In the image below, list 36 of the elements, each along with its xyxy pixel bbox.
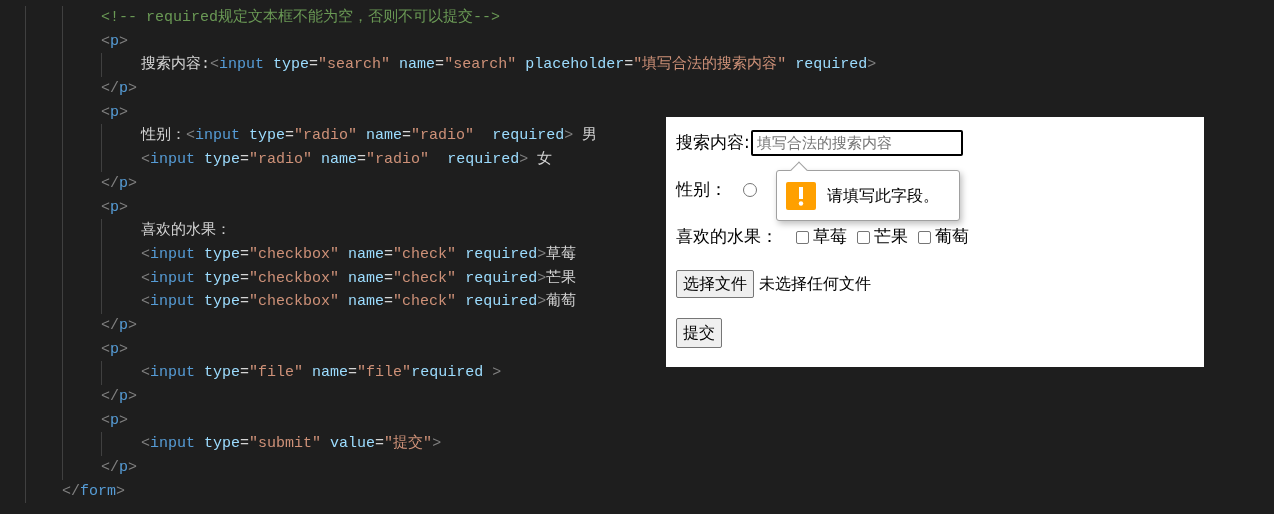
checkbox[interactable] xyxy=(796,230,809,244)
code-line: 搜索内容:<input type="search" name="search" placeholder="填写合法的搜索内容" required> xyxy=(141,54,877,76)
code-line: <p> xyxy=(101,410,129,431)
code-line: <input type="radio" name="radio" required> 女 xyxy=(141,150,553,171)
code-line: <p> xyxy=(101,31,129,52)
checkbox-label: 草莓 xyxy=(813,225,847,249)
code-line: <p> xyxy=(101,197,129,218)
code-line: <!-- required规定文本框不能为空，否则不可以提交--> xyxy=(101,7,501,28)
code-line: 喜欢的水果： xyxy=(141,220,231,242)
code-line: </p> xyxy=(101,315,138,336)
code-line: </p> xyxy=(101,458,138,479)
code-line: </p> xyxy=(101,387,138,407)
checkbox-label: 芒果 xyxy=(874,225,908,249)
code-line: <input type="submit" value="提交"> xyxy=(141,433,442,455)
code-line: <input type="file" name="file"required > xyxy=(141,363,502,384)
warning-icon xyxy=(786,181,816,210)
code-line: 性别：<input type="radio" name="radio" required> 男 xyxy=(141,126,598,147)
field-label: 喜欢的水果： xyxy=(676,225,778,249)
code-line: </form> xyxy=(62,481,126,502)
code-line: <p> xyxy=(101,339,129,360)
code-line: <input type="checkbox" name="check" required>葡萄 xyxy=(141,291,577,313)
checkbox[interactable] xyxy=(918,230,931,244)
code-line: <input type="checkbox" name="check" required>芒果 xyxy=(141,268,577,289)
code-line: <input type="checkbox" name="check" required>草莓 xyxy=(141,244,577,265)
field-label: 搜索内容: xyxy=(676,131,750,155)
search-field[interactable]: 填写合法的搜索内容 xyxy=(750,130,963,156)
file-status: 未选择任何文件 xyxy=(759,273,871,295)
checkbox[interactable] xyxy=(857,230,870,244)
code-line: </p> xyxy=(101,79,138,100)
field-label: 性别： xyxy=(676,178,727,202)
tooltip-message: 请填写此字段。 xyxy=(827,184,939,207)
submit-button[interactable]: 提交 xyxy=(676,318,722,348)
checkbox-label: 葡萄 xyxy=(935,225,969,249)
code-line: </p> xyxy=(101,173,138,194)
code-line: <p> xyxy=(101,102,129,123)
choose-file-button[interactable]: 选择文件 xyxy=(676,270,754,298)
